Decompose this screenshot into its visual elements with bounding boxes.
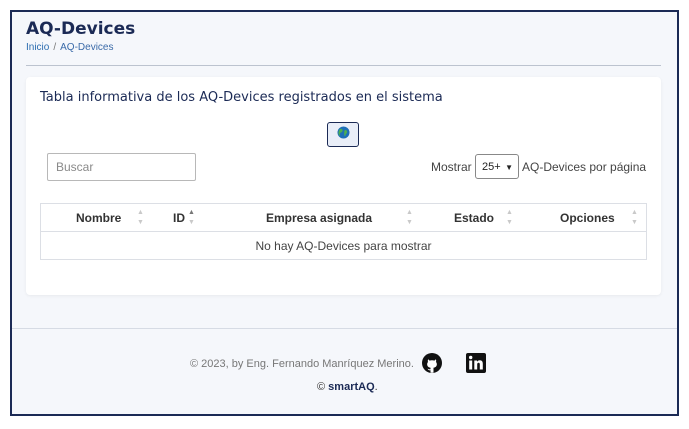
- github-icon[interactable]: [422, 353, 442, 373]
- chevron-down-icon: ▼: [505, 163, 513, 172]
- brand-copyright-symbol: ©: [317, 381, 326, 393]
- search-input[interactable]: [47, 153, 196, 181]
- header-divider: [26, 65, 661, 66]
- show-label: Mostrar: [431, 160, 472, 174]
- breadcrumb-current: AQ-Devices: [60, 42, 114, 53]
- sort-icon[interactable]: ▲ ▼: [188, 208, 196, 226]
- page-size-value: 25+: [482, 160, 501, 173]
- column-header-nombre[interactable]: Nombre: [76, 211, 121, 225]
- breadcrumb-home-link[interactable]: Inicio: [26, 42, 49, 53]
- sort-icon[interactable]: ▲ ▼: [137, 208, 145, 226]
- page-size-select[interactable]: 25+ ▼: [475, 154, 519, 179]
- sort-icon[interactable]: ▲ ▼: [631, 208, 639, 226]
- breadcrumb-separator: /: [53, 42, 57, 53]
- devices-card: Tabla informativa de los AQ-Devices regi…: [26, 77, 661, 295]
- sort-icon[interactable]: ▲ ▼: [506, 208, 514, 226]
- empty-table-message: No hay AQ-Devices para mostrar: [255, 239, 432, 253]
- footer-brand: © smartAQ.: [317, 381, 378, 393]
- globe-button[interactable]: [327, 122, 359, 147]
- table-header: Nombre ▲ ▼ ID ▲ ▼ Empresa asignada ▲ ▼ Esta…: [41, 204, 646, 232]
- footer-copyright: © 2023, by Eng. Fernando Manríquez Merin…: [190, 358, 414, 370]
- breadcrumb: Inicio / AQ-Devices: [26, 42, 114, 53]
- linkedin-icon[interactable]: [466, 353, 486, 373]
- column-header-empresa[interactable]: Empresa asignada: [266, 211, 372, 225]
- column-header-estado[interactable]: Estado: [454, 211, 494, 225]
- sort-icon[interactable]: ▲ ▼: [406, 208, 414, 226]
- brand-suffix: .: [374, 381, 378, 393]
- globe-icon: [337, 126, 350, 144]
- footer-divider: [12, 328, 677, 329]
- brand-name[interactable]: smartAQ: [328, 381, 374, 393]
- page-title: AQ-Devices: [26, 19, 136, 39]
- column-header-id[interactable]: ID: [173, 211, 185, 225]
- page-frame: AQ-Devices Inicio / AQ-Devices Tabla infor…: [10, 10, 679, 416]
- column-header-opciones[interactable]: Opciones: [560, 211, 615, 225]
- devices-table: Nombre ▲ ▼ ID ▲ ▼ Empresa asignada ▲ ▼ Esta…: [40, 203, 647, 260]
- per-page-label: AQ-Devices por página: [522, 160, 647, 174]
- card-title: Tabla informativa de los AQ-Devices regi…: [40, 90, 443, 105]
